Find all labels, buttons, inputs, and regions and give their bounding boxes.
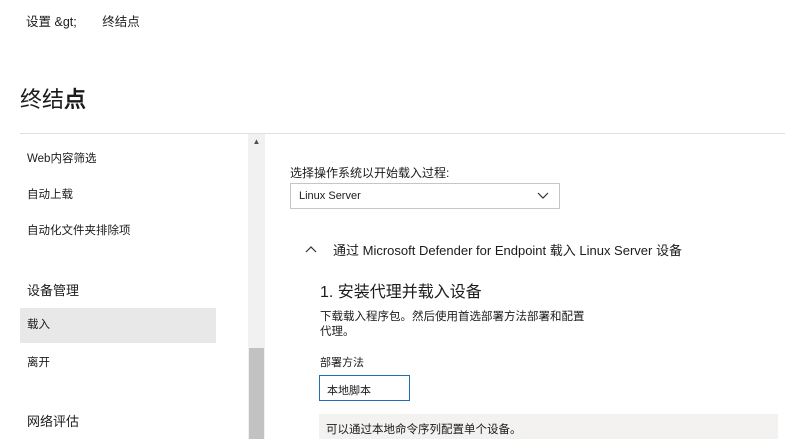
section-title: 通过 Microsoft Defender for Endpoint 载入 Li… — [333, 243, 682, 258]
sidebar-item-offboarding[interactable]: 离开 — [20, 354, 216, 370]
scroll-up-arrow-icon[interactable]: ▲ — [248, 136, 265, 148]
onboarding-panel: 选择操作系统以开始载入过程: Linux Server 通过 Microsoft… — [265, 134, 785, 439]
breadcrumb-separator: &gt; — [54, 15, 77, 29]
breadcrumb: 设置 &gt; 终结点 — [26, 11, 140, 30]
page-title-bold: 点 — [64, 87, 87, 112]
chevron-up-icon — [305, 246, 317, 253]
os-select-value: Linux Server — [299, 190, 361, 202]
info-message: 可以通过本地命令序列配置单个设备。 — [319, 414, 778, 439]
onboarding-section-header[interactable]: 通过 Microsoft Defender for Endpoint 载入 Li… — [305, 240, 682, 259]
page-title: 终结点 — [20, 82, 86, 114]
deployment-method-dropdown[interactable]: 本地脚本 — [319, 375, 410, 401]
breadcrumb-settings-link[interactable]: 设置 — [26, 15, 51, 29]
breadcrumb-current: 终结点 — [102, 15, 140, 29]
sidebar-item-onboarding[interactable]: 载入 — [20, 308, 216, 343]
sidebar-item-automation-folder-exclusions[interactable]: 自动化文件夹排除项 — [20, 222, 216, 238]
scrollbar-thumb[interactable] — [249, 348, 264, 439]
page-title-prefix: 终结 — [20, 87, 65, 112]
sidebar-group-device-management: 设备管理 — [27, 283, 80, 298]
settings-sidebar: Web内容筛选 自动上载 自动化文件夹排除项 设备管理 载入 离开 网络评估 ▲ — [20, 134, 265, 439]
os-select-dropdown[interactable]: Linux Server — [290, 183, 560, 209]
sidebar-item-auto-upload[interactable]: 自动上载 — [20, 186, 216, 202]
sidebar-scrollbar[interactable]: ▲ — [248, 134, 265, 439]
step-description: 下载载入程序包。然后使用首选部署方法部署和配置代理。 — [320, 311, 585, 338]
sidebar-item-web-content-filtering[interactable]: Web内容筛选 — [20, 150, 216, 166]
sidebar-group-network-assessment: 网络评估 — [27, 414, 80, 429]
step-title: 1. 安装代理并载入设备 — [320, 284, 482, 301]
os-select-label: 选择操作系统以开始载入过程: — [290, 166, 450, 180]
chevron-down-icon — [537, 192, 549, 199]
deployment-method-value: 本地脚本 — [327, 385, 371, 397]
deployment-method-label: 部署方法 — [320, 357, 364, 369]
